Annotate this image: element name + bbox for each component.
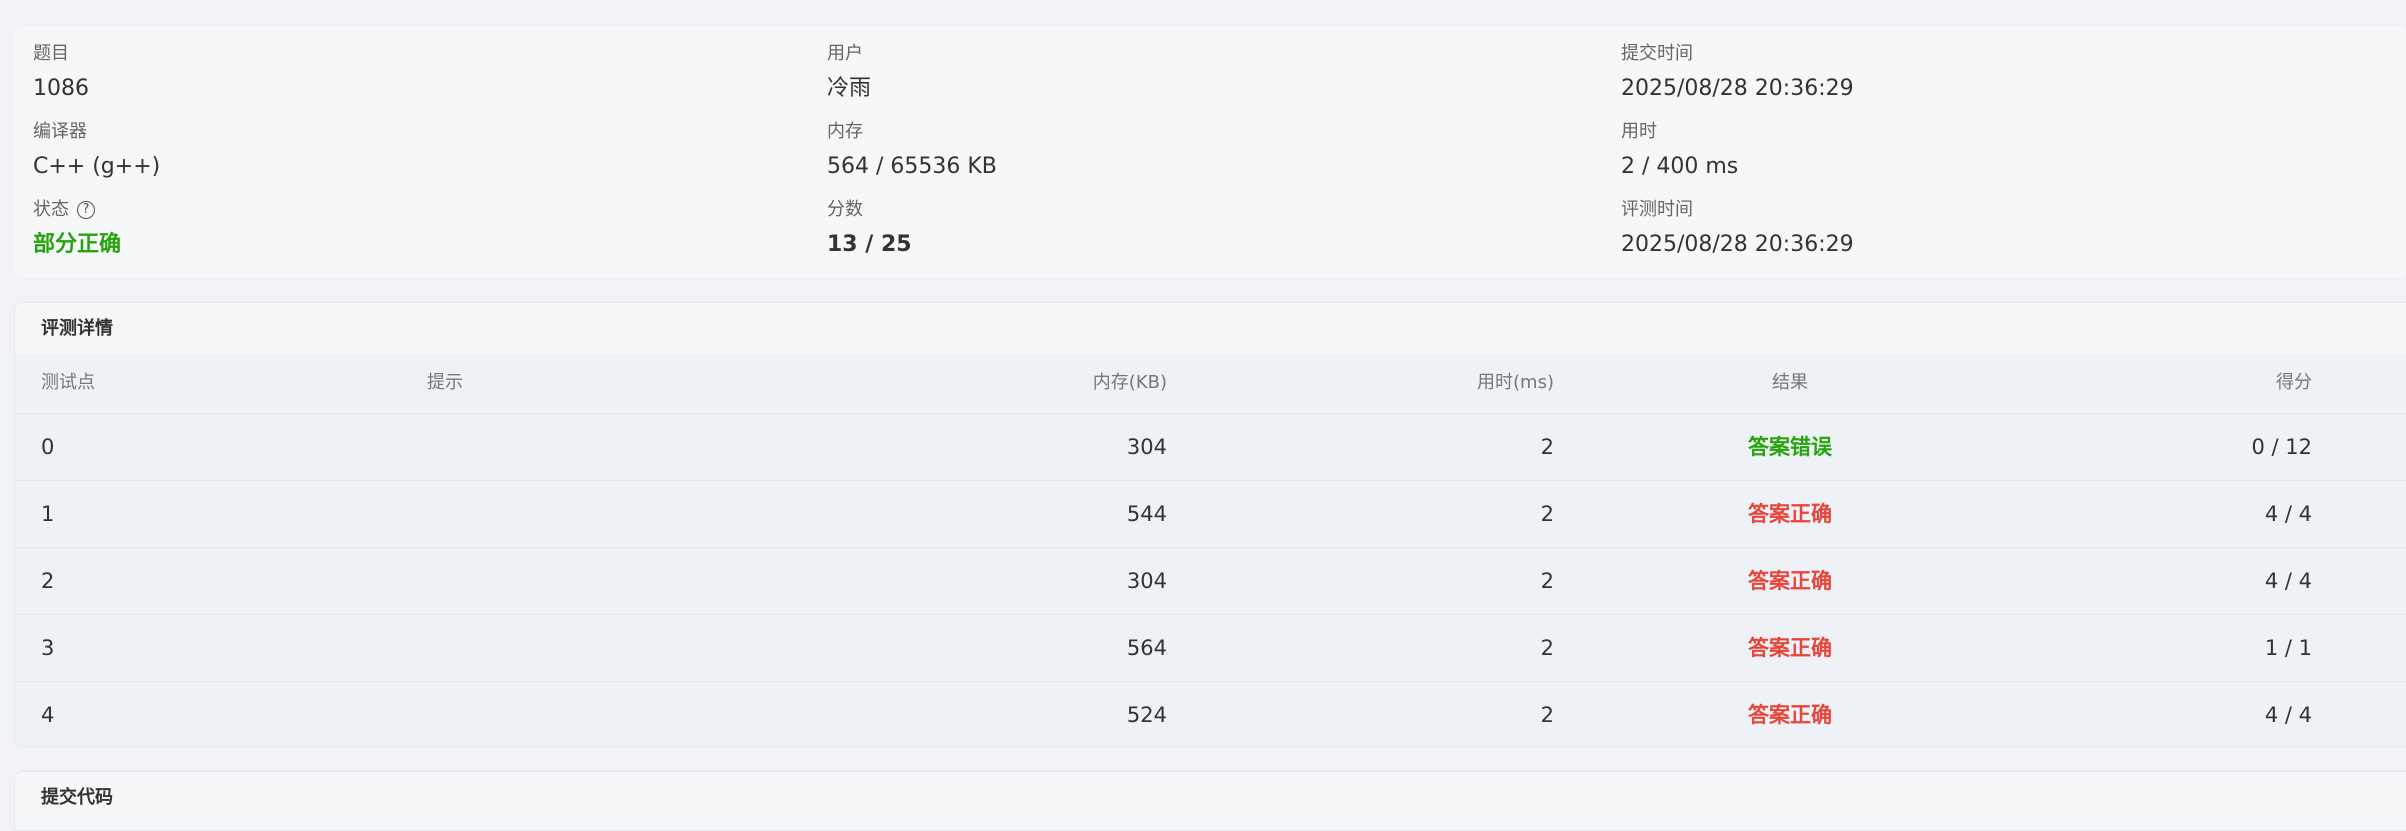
field-problem: 题目 1086	[33, 42, 89, 104]
submit-time-label: 提交时间	[1621, 43, 1693, 64]
cell-result: 答案正确	[1748, 569, 1832, 593]
cell-memory: 304	[1126, 569, 1167, 593]
submitted-code-card: 提交代码	[14, 771, 2406, 831]
time-used-value: 2 / 400 ms	[1621, 154, 1739, 179]
status-value: 部分正确	[33, 232, 122, 257]
code-title: 提交代码	[41, 787, 113, 808]
cell-time: 2	[1540, 703, 1554, 727]
cell-test: 1	[41, 502, 55, 526]
memory-label: 内存	[827, 121, 863, 142]
user-value: 冷雨	[827, 76, 872, 101]
field-score: 分数 13 / 25	[827, 198, 912, 260]
status-label: 状态	[33, 199, 69, 220]
cell-test: 4	[41, 703, 55, 727]
cell-test: 3	[41, 636, 55, 660]
help-icon[interactable]: ?	[77, 201, 95, 219]
cell-memory: 524	[1126, 703, 1167, 727]
problem-label: 题目	[33, 43, 69, 64]
submission-summary: 题目 1086 用户 冷雨 提交时间 2025/08/28 20:36:29 编…	[14, 26, 2406, 278]
table-row: 0 304 2 答案错误 0 / 12	[15, 414, 2406, 481]
column-header-hint: 提示	[427, 372, 463, 393]
problem-value: 1086	[33, 76, 89, 101]
cell-time: 2	[1540, 636, 1554, 660]
table-row: 2 304 2 答案正确 4 / 4	[15, 548, 2406, 615]
status-label-row: 状态 ?	[33, 198, 121, 222]
time-used-label: 用时	[1621, 121, 1657, 142]
column-header-score: 得分	[2276, 372, 2312, 393]
cell-memory: 544	[1126, 502, 1167, 526]
field-memory: 内存 564 / 65536 KB	[827, 120, 997, 182]
submit-time-value: 2025/08/28 20:36:29	[1621, 76, 1854, 101]
column-header-time: 用时(ms)	[1477, 372, 1554, 393]
cell-score: 1 / 1	[2264, 636, 2312, 660]
cell-time: 2	[1540, 502, 1554, 526]
field-time-used: 用时 2 / 400 ms	[1621, 120, 1738, 182]
table-row: 3 564 2 答案正确 1 / 1	[15, 615, 2406, 682]
cell-memory: 304	[1126, 435, 1167, 459]
field-status: 状态 ? 部分正确	[33, 198, 121, 260]
cell-score: 0 / 12	[2251, 435, 2312, 459]
cell-test: 2	[41, 569, 55, 593]
cell-test: 0	[41, 435, 55, 459]
column-header-memory: 内存(KB)	[1092, 372, 1167, 393]
cell-result: 答案正确	[1748, 502, 1832, 526]
field-compiler: 编译器 C++ (g++)	[33, 120, 160, 182]
cell-result: 答案错误	[1748, 435, 1832, 459]
cell-score: 4 / 4	[2264, 703, 2312, 727]
field-judge-time: 评测时间 2025/08/28 20:36:29	[1621, 198, 1854, 260]
column-header-test: 测试点	[41, 372, 95, 393]
judge-time-value: 2025/08/28 20:36:29	[1621, 232, 1854, 257]
cell-time: 2	[1540, 435, 1554, 459]
cell-score: 4 / 4	[2264, 569, 2312, 593]
details-title: 评测详情	[41, 318, 113, 339]
column-header-result: 结果	[1772, 372, 1808, 393]
cell-memory: 564	[1126, 636, 1167, 660]
memory-value: 564 / 65536 KB	[827, 154, 997, 179]
field-user: 用户 冷雨	[827, 42, 871, 104]
compiler-label: 编译器	[33, 121, 87, 142]
cell-result: 答案正确	[1748, 703, 1832, 727]
cell-time: 2	[1540, 569, 1554, 593]
field-submit-time: 提交时间 2025/08/28 20:36:29	[1621, 42, 1854, 104]
user-label: 用户	[827, 43, 863, 64]
table-header: 测试点 提示 内存(KB) 用时(ms) 结果 得分	[15, 353, 2406, 414]
cell-score: 4 / 4	[2264, 502, 2312, 526]
cell-result: 答案正确	[1748, 636, 1832, 660]
judge-time-label: 评测时间	[1621, 199, 1693, 220]
table-row: 4 524 2 答案正确 4 / 4	[15, 682, 2406, 746]
compiler-value: C++ (g++)	[33, 154, 161, 179]
score-value: 13 / 25	[827, 232, 912, 257]
table-row: 1 544 2 答案正确 4 / 4	[15, 481, 2406, 548]
judge-details-card: 评测详情 测试点 提示 内存(KB) 用时(ms) 结果 得分 0 304 2 …	[14, 302, 2406, 747]
score-label: 分数	[827, 199, 863, 220]
